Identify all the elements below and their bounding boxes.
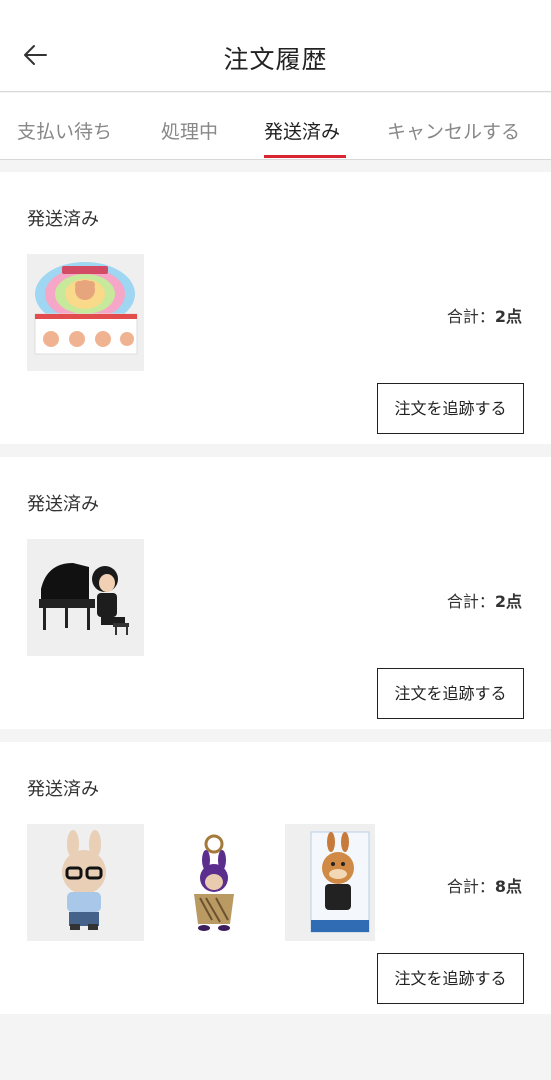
product-keychain-figure-image [156,824,273,941]
status-tabs: 支払い待ち 処理中 発送済み キャンセルする [0,93,551,160]
product-piano-figure-image [27,539,144,656]
order-total: 合計：8点 [446,877,522,896]
product-thumbnail[interactable] [156,824,273,941]
order-total: 合計：2点 [446,307,522,326]
product-boxed-figure-image [285,824,375,941]
app-header: 注文履歴 [0,0,551,92]
order-card: 発送済み 合計：2点 注文を追跡する [0,457,551,729]
product-thumbnail[interactable] [285,824,375,941]
tab-processing[interactable]: 処理中 [161,117,218,144]
product-thumbnail[interactable] [27,824,144,941]
track-order-button[interactable]: 注文を追跡する [377,953,524,1004]
product-box-set-image [27,254,144,371]
tab-awaiting-payment[interactable]: 支払い待ち [17,117,112,144]
tab-shipped[interactable]: 発送済み [264,117,340,144]
active-tab-indicator [264,155,346,158]
order-status: 発送済み [27,779,99,800]
order-status: 発送済み [27,209,99,230]
track-order-button[interactable]: 注文を追跡する [377,668,524,719]
tab-cancelled[interactable]: キャンセルする [387,117,520,144]
order-total: 合計：2点 [446,592,522,611]
product-thumbnail[interactable] [27,254,144,371]
product-glasses-figure-image [27,824,144,941]
order-card: 発送済み 合計：8点 注文を追跡する [0,742,551,1014]
page-title: 注文履歴 [223,45,328,74]
track-order-button[interactable]: 注文を追跡する [377,383,524,434]
order-status: 発送済み [27,494,99,515]
product-thumbnail[interactable] [27,539,144,656]
order-card: 発送済み 合計：2点 注文を追跡する [0,172,551,444]
